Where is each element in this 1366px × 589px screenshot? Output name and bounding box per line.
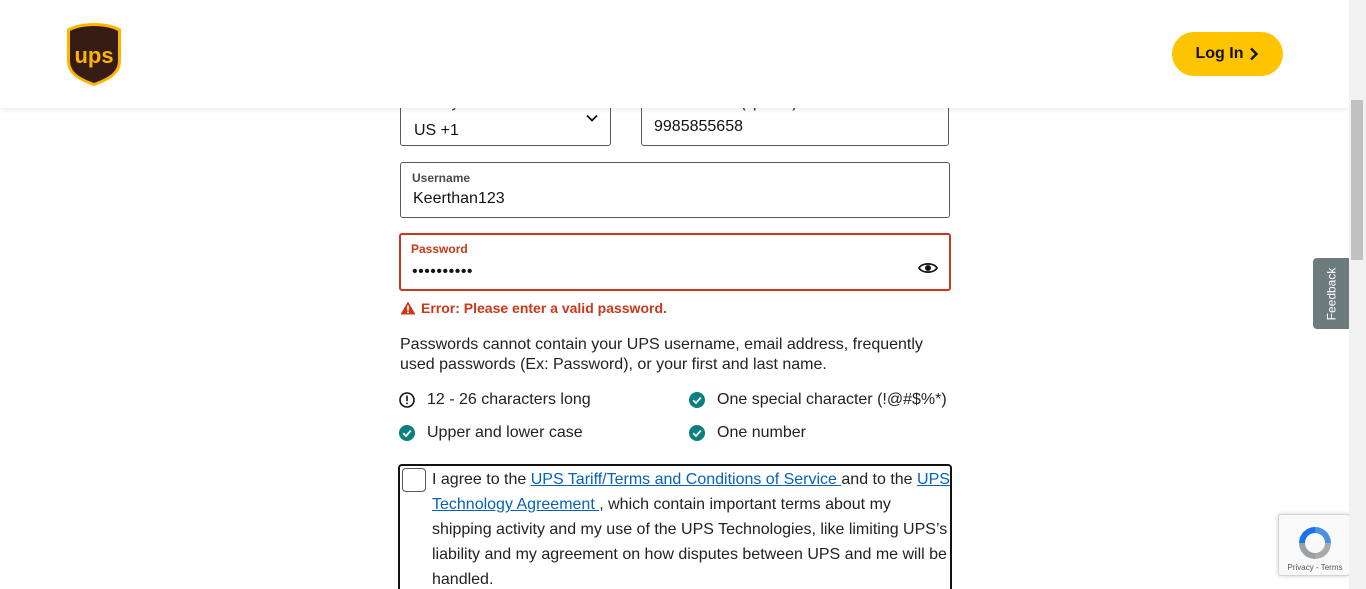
country-code-value: US +1: [414, 122, 459, 139]
requirement-number: One number: [689, 424, 806, 442]
username-value: Keerthan123: [413, 190, 505, 207]
terms-checkbox[interactable]: [402, 468, 426, 492]
requirement-special: One special character (!@#$%*): [689, 391, 947, 409]
check-circle-icon: [689, 425, 705, 441]
username-field[interactable]: Username Keerthan123: [400, 162, 950, 218]
requirement-number-text: One number: [717, 424, 806, 441]
login-label: Log In: [1195, 45, 1244, 62]
login-button[interactable]: Log In: [1172, 32, 1283, 76]
check-circle-icon: [399, 425, 415, 441]
requirement-length-text: 12 - 26 characters long: [427, 391, 591, 408]
recaptcha-links[interactable]: Privacy - Terms: [1279, 563, 1351, 572]
show-password-eye-icon[interactable]: [918, 261, 938, 275]
recaptcha-badge[interactable]: Privacy - Terms: [1278, 514, 1350, 576]
error-message: Error: Please enter a valid password.: [421, 300, 667, 316]
ups-logo[interactable]: ups: [66, 22, 122, 87]
terms-agreement: I agree to the UPS Tariff/Terms and Cond…: [398, 464, 952, 589]
feedback-tab[interactable]: Feedback: [1313, 258, 1349, 329]
password-label: Password: [411, 242, 468, 256]
check-circle-icon: [689, 392, 705, 408]
tariff-terms-link[interactable]: UPS Tariff/Terms and Conditions of Servi…: [531, 471, 842, 488]
chevron-down-icon: [586, 114, 598, 122]
chevron-right-icon: [1250, 47, 1259, 61]
agreement-text-part: I agree to the: [432, 471, 531, 488]
phone-number-value: 9985855658: [654, 118, 743, 135]
password-rules-note: Passwords cannot contain your UPS userna…: [400, 336, 923, 373]
password-field[interactable]: Password ••••••••••: [399, 233, 951, 291]
recaptcha-icon: [1299, 527, 1331, 559]
alert-circle-icon: [399, 392, 415, 408]
page-scrollbar[interactable]: [1349, 0, 1366, 589]
password-value: ••••••••••: [412, 263, 474, 280]
terms-agreement-text: I agree to the UPS Tariff/Terms and Cond…: [432, 467, 952, 589]
scrollbar-thumb[interactable]: [1351, 100, 1363, 260]
requirement-length: 12 - 26 characters long: [399, 391, 591, 409]
warning-icon: [400, 301, 416, 315]
requirement-case: Upper and lower case: [399, 424, 583, 442]
agreement-text-part: and to the: [841, 471, 918, 488]
svg-text:ups: ups: [74, 43, 113, 68]
username-label: Username: [412, 171, 471, 185]
site-header: ups Log In: [0, 0, 1349, 108]
password-error: Error: Please enter a valid password.: [400, 300, 667, 316]
requirement-special-text: One special character (!@#$%*): [717, 391, 947, 408]
requirement-case-text: Upper and lower case: [427, 424, 583, 441]
feedback-label: Feedback: [1324, 267, 1339, 320]
